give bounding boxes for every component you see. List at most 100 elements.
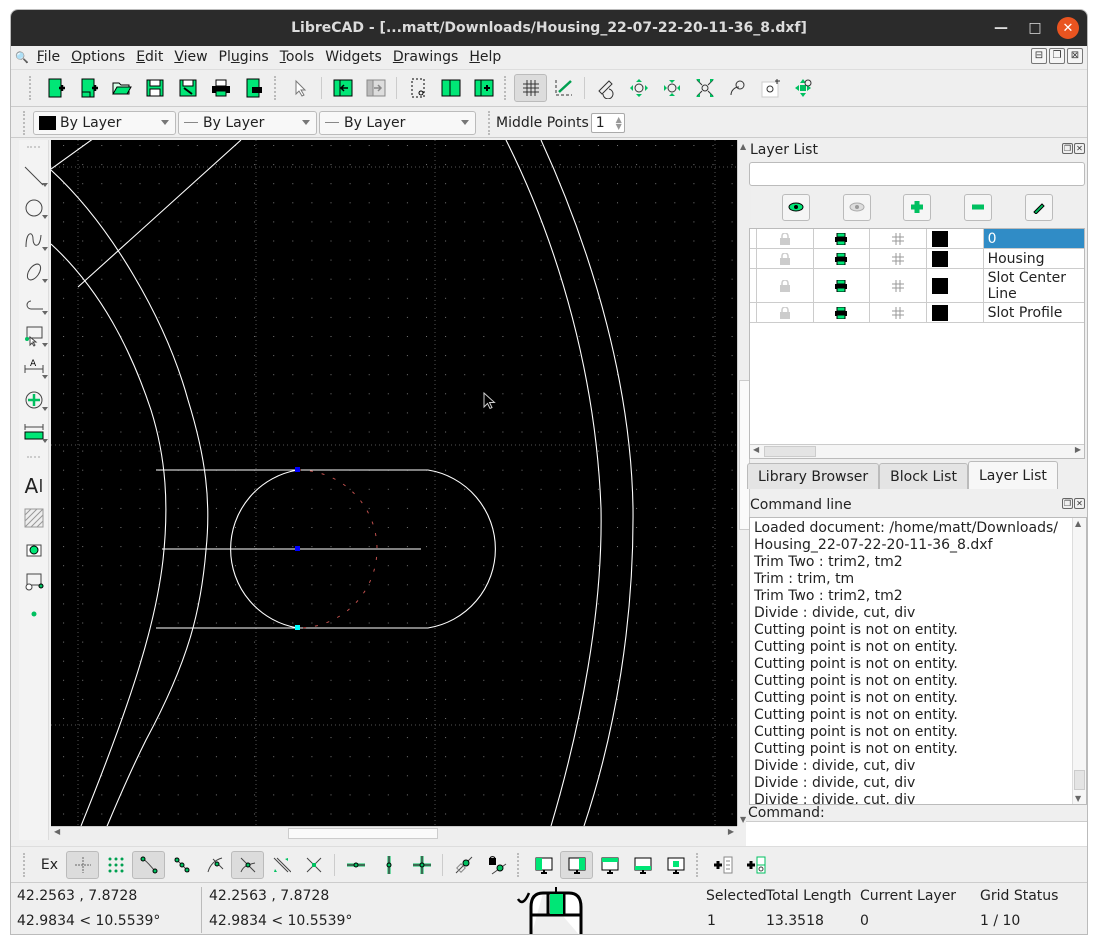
line-tool-icon[interactable] xyxy=(19,160,49,192)
hide-all-layers-button[interactable] xyxy=(842,193,871,221)
line-width-combo[interactable]: By Layer xyxy=(178,110,317,135)
layer-filter-input[interactable] xyxy=(749,162,1085,186)
new-icon[interactable] xyxy=(39,74,72,102)
menu-edit[interactable]: Edit xyxy=(136,49,163,65)
layer-color[interactable] xyxy=(927,249,984,268)
layer-color[interactable] xyxy=(927,229,984,248)
layer-row[interactable]: Housing xyxy=(750,249,1084,269)
print-preview-icon[interactable] xyxy=(237,74,270,102)
zoom-window-icon[interactable] xyxy=(754,74,787,102)
snap-middle-icon[interactable] xyxy=(231,850,264,879)
edit-layer-button[interactable] xyxy=(1024,193,1053,221)
add-layer-button[interactable] xyxy=(903,193,932,221)
view-right-dock-icon[interactable] xyxy=(560,850,593,879)
print-icon[interactable] xyxy=(814,249,871,268)
color-combo[interactable]: By Layer xyxy=(33,110,176,135)
select-pointer-icon[interactable] xyxy=(284,74,317,102)
save-icon[interactable] xyxy=(138,74,171,102)
polyline-tool-icon[interactable] xyxy=(19,288,49,320)
layer-name[interactable]: 0 xyxy=(983,229,1084,248)
endpoint-handle[interactable] xyxy=(295,625,300,630)
layer-table-hscrollbar[interactable]: ◀ ▶ xyxy=(750,444,1084,458)
zoom-out-icon[interactable] xyxy=(655,74,688,102)
print-icon[interactable] xyxy=(814,229,871,248)
spin-arrows-icon[interactable]: ▲ ▼ xyxy=(616,115,622,130)
tab-library-browser[interactable]: Library Browser xyxy=(747,463,880,489)
zoom-previous-icon[interactable] xyxy=(721,74,754,102)
scroll-left-icon[interactable]: ◀ xyxy=(753,445,759,454)
cut-icon[interactable] xyxy=(401,74,434,102)
spline-tool-icon[interactable] xyxy=(19,224,49,256)
print-icon[interactable] xyxy=(204,74,237,102)
scroll-up-icon[interactable]: ▲ xyxy=(1075,519,1081,528)
menu-drawings[interactable]: Drawings xyxy=(393,49,459,65)
image-tool-icon[interactable] xyxy=(19,534,49,566)
redraw-icon[interactable] xyxy=(589,74,622,102)
layer-row[interactable]: Slot Profile xyxy=(750,303,1084,323)
construction-layer-icon[interactable] xyxy=(870,303,927,322)
center-handle[interactable] xyxy=(295,546,300,551)
zoom-pan-icon[interactable] xyxy=(787,74,820,102)
text-tool-icon[interactable]: AI xyxy=(19,470,49,502)
snap-on-entity-icon[interactable] xyxy=(165,851,198,879)
float-icon[interactable]: ❐ xyxy=(1062,498,1073,509)
scrollbar-thumb[interactable] xyxy=(288,828,438,839)
snap-intersection-icon[interactable] xyxy=(297,851,330,879)
undo-icon[interactable] xyxy=(326,74,359,102)
menu-tools[interactable]: Tools xyxy=(280,49,315,65)
layer-color[interactable] xyxy=(927,269,984,302)
add-layout-icon[interactable] xyxy=(706,851,739,879)
snap-center-icon[interactable] xyxy=(198,851,231,879)
menu-view[interactable]: View xyxy=(174,49,207,65)
layer-color[interactable] xyxy=(927,303,984,322)
zoom-in-icon[interactable] xyxy=(622,74,655,102)
snap-free-icon[interactable] xyxy=(66,850,99,879)
scroll-left-icon[interactable]: ◀ xyxy=(54,827,60,836)
paste-icon[interactable] xyxy=(467,74,500,102)
circle-tool-icon[interactable] xyxy=(19,192,49,224)
lock-icon[interactable] xyxy=(757,269,814,302)
zoom-auto-icon[interactable] xyxy=(688,74,721,102)
menu-options[interactable]: Options xyxy=(71,49,125,65)
grid-icon[interactable] xyxy=(514,74,547,102)
modify-tool-icon[interactable] xyxy=(19,384,49,416)
copy-icon[interactable] xyxy=(434,74,467,102)
snap-endpoint-icon[interactable] xyxy=(132,850,165,879)
close-dock-icon[interactable]: ✕ xyxy=(1074,143,1085,154)
redo-icon[interactable] xyxy=(359,74,392,102)
layer-row[interactable]: Slot Center Line xyxy=(750,269,1084,303)
menu-widgets[interactable]: Widgets xyxy=(325,49,382,65)
add-viewport-icon[interactable] xyxy=(739,851,772,879)
snap-grid-icon[interactable] xyxy=(99,851,132,879)
drawing-canvas[interactable] xyxy=(51,140,737,826)
layer-row[interactable]: 0 xyxy=(750,229,1084,249)
scroll-right-icon[interactable]: ▶ xyxy=(728,827,734,836)
canvas-horizontal-scrollbar[interactable]: ◀ ▶ xyxy=(51,826,737,840)
layer-name[interactable]: Slot Center Line xyxy=(984,269,1084,302)
construction-layer-icon[interactable] xyxy=(870,269,927,302)
open-icon[interactable] xyxy=(105,74,138,102)
restrict-orthogonal-icon[interactable] xyxy=(405,851,438,879)
measure-tool-icon[interactable] xyxy=(19,416,49,448)
mdi-minimize-icon[interactable]: ⊟ xyxy=(1031,48,1047,64)
line-type-combo[interactable]: By Layer xyxy=(319,110,476,135)
command-history-scrollbar[interactable]: ▲ ▼ xyxy=(1072,518,1086,804)
ellipse-tool-icon[interactable] xyxy=(19,256,49,288)
hatch-tool-icon[interactable] xyxy=(19,502,49,534)
scroll-right-icon[interactable]: ▶ xyxy=(1075,445,1081,454)
view-floating-icon[interactable] xyxy=(659,851,692,879)
lock-relative-zero-icon[interactable] xyxy=(480,851,513,879)
mdi-close-icon[interactable]: ⊠ xyxy=(1067,48,1083,64)
point-tool-icon[interactable] xyxy=(19,598,49,630)
snap-exclusive-button[interactable]: Ex xyxy=(33,851,66,879)
lock-icon[interactable] xyxy=(757,229,814,248)
construction-layer-icon[interactable] xyxy=(870,229,927,248)
menu-file[interactable]: File xyxy=(37,49,60,65)
set-relative-zero-icon[interactable] xyxy=(447,851,480,879)
view-top-dock-icon[interactable] xyxy=(593,851,626,879)
restrict-vertical-icon[interactable] xyxy=(372,851,405,879)
close-dock-icon[interactable]: ✕ xyxy=(1074,498,1085,509)
dimension-tool-icon[interactable]: A xyxy=(19,352,49,384)
scrollbar-thumb[interactable] xyxy=(1074,770,1085,790)
float-icon[interactable]: ❐ xyxy=(1062,143,1073,154)
